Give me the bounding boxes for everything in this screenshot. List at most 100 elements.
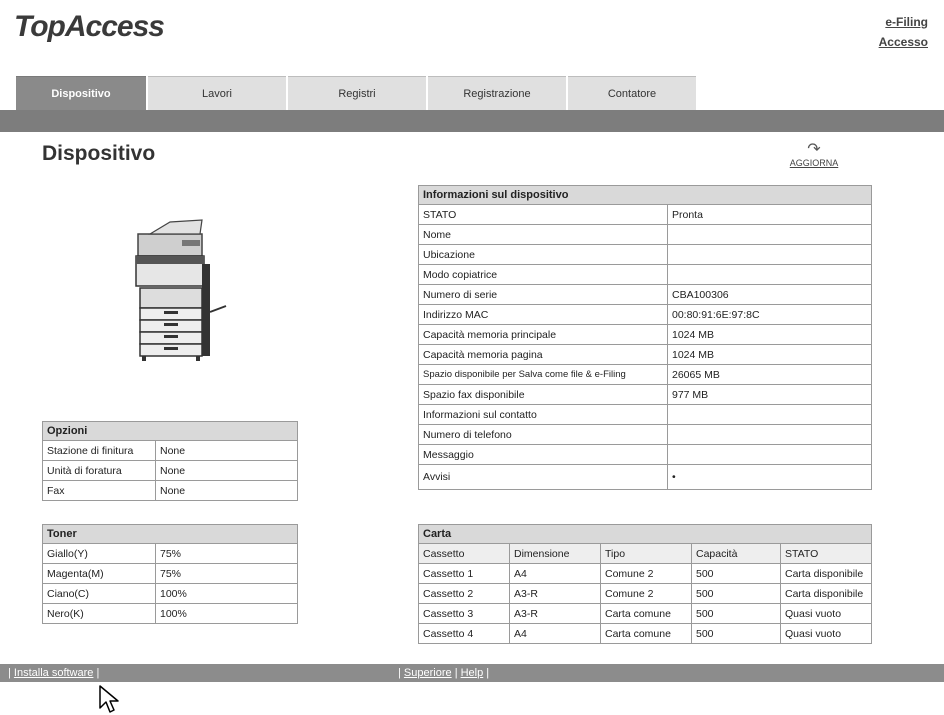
capacity-cell: 500 (691, 583, 781, 604)
column-header: Capacità (691, 543, 781, 564)
info-value (667, 224, 872, 245)
separator: | (398, 667, 401, 679)
header-links: e-Filing Accesso (879, 12, 928, 52)
tab-bar (0, 110, 944, 132)
separator: | (8, 667, 11, 679)
table-row: Spazio disponibile per Salva come file &… (418, 364, 872, 385)
table-row: Avvisi • (418, 464, 872, 490)
option-value: None (155, 460, 298, 481)
option-name: Unità di foratura (42, 460, 156, 481)
tab-registrazione[interactable]: Registrazione (428, 76, 566, 111)
table-row: Spazio fax disponibile 977 MB (418, 384, 872, 405)
table-row: Unità di foratura None (42, 460, 298, 481)
help-link[interactable]: Help (461, 667, 484, 679)
capacity-cell: 500 (691, 563, 781, 584)
toner-level: 100% (155, 603, 298, 624)
install-software-link[interactable]: Installa software (14, 667, 93, 679)
table-row: Cassetto 3 A3-R Carta comune 500 Quasi v… (418, 603, 872, 624)
tab-registri[interactable]: Registri (288, 76, 426, 111)
separator: | (96, 667, 100, 679)
paper-title: Carta (418, 524, 872, 544)
info-value (667, 264, 872, 285)
device-info-table: Informazioni sul dispositivo STATO Pronta… (418, 185, 872, 490)
column-header: Dimensione (509, 543, 601, 564)
table-row: Cassetto 2 A3-R Comune 2 500 Carta dispo… (418, 583, 872, 604)
drawer-cell: Cassetto 2 (418, 583, 510, 604)
info-value: 977 MB (667, 384, 872, 405)
option-value: None (155, 440, 298, 461)
mouse-pointer-icon (99, 685, 119, 713)
device-info-title: Informazioni sul dispositivo (418, 185, 872, 205)
size-cell: A4 (509, 623, 601, 644)
table-row: Modo copiatrice (418, 264, 872, 285)
column-header: STATO (780, 543, 872, 564)
toner-color: Giallo(Y) (42, 543, 156, 564)
topaccess-logo: TopAccess (14, 10, 165, 43)
printer-image (135, 219, 227, 361)
capacity-cell: 500 (691, 623, 781, 644)
size-cell: A3-R (509, 583, 601, 604)
refresh-button[interactable]: ↷ AGGIORNA (786, 141, 842, 169)
separator: | (454, 667, 458, 679)
refresh-label: AGGIORNA (789, 158, 839, 168)
table-row: Numero di telefono (418, 424, 872, 445)
column-header: Tipo (600, 543, 692, 564)
refresh-icon: ↷ (807, 141, 821, 158)
drawer-cell: Cassetto 3 (418, 603, 510, 624)
table-row: Giallo(Y) 75% (42, 543, 298, 564)
drawer-cell: Cassetto 1 (418, 563, 510, 584)
info-label: Modo copiatrice (418, 264, 668, 285)
info-label: Ubicazione (418, 244, 668, 265)
table-row: STATO Pronta (418, 204, 872, 225)
drawer-cell: Cassetto 4 (418, 623, 510, 644)
footer-left: | Installa software | (8, 664, 99, 682)
option-name: Stazione di finitura (42, 440, 156, 461)
info-label: Capacità memoria principale (418, 324, 668, 345)
table-row: Magenta(M) 75% (42, 563, 298, 584)
status-cell: Quasi vuoto (780, 603, 872, 624)
option-value: None (155, 480, 298, 501)
topaccess-window: TopAccess e-Filing Accesso Dispositivo L… (0, 0, 944, 715)
status-cell: Carta disponibile (780, 583, 872, 604)
tab-dispositivo[interactable]: Dispositivo (16, 76, 146, 111)
info-label: Nome (418, 224, 668, 245)
info-label: Spazio disponibile per Salva come file &… (418, 364, 668, 385)
table-header-row: Cassetto Dimensione Tipo Capacità STATO (418, 543, 872, 564)
type-cell: Carta comune (600, 603, 692, 624)
login-link[interactable]: Accesso (879, 32, 928, 52)
column-header: Cassetto (418, 543, 510, 564)
separator: | (486, 667, 490, 679)
table-row: Capacità memoria principale 1024 MB (418, 324, 872, 345)
type-cell: Comune 2 (600, 583, 692, 604)
info-value (667, 404, 872, 425)
toner-color: Magenta(M) (42, 563, 156, 584)
efiling-link[interactable]: e-Filing (879, 12, 928, 32)
info-value (667, 444, 872, 465)
alert-indicator: • (667, 464, 872, 490)
info-value (667, 244, 872, 265)
tab-contatore[interactable]: Contatore (568, 76, 696, 111)
status-cell: Quasi vuoto (780, 623, 872, 644)
toner-color: Nero(K) (42, 603, 156, 624)
size-cell: A4 (509, 563, 601, 584)
page-title: Dispositivo (42, 142, 156, 165)
footer-bar: | Installa software | | Superiore | Help… (0, 664, 944, 682)
toner-title: Toner (42, 524, 298, 544)
table-row: Cassetto 1 A4 Comune 2 500 Carta disponi… (418, 563, 872, 584)
size-cell: A3-R (509, 603, 601, 624)
paper-table: Carta Cassetto Dimensione Tipo Capacità … (418, 524, 872, 644)
info-value: 26065 MB (667, 364, 872, 385)
table-row: Ubicazione (418, 244, 872, 265)
info-value: Pronta (667, 204, 872, 225)
table-row: Informazioni sul contatto (418, 404, 872, 425)
info-label: Numero di serie (418, 284, 668, 305)
table-row: Cassetto 4 A4 Carta comune 500 Quasi vuo… (418, 623, 872, 644)
top-link[interactable]: Superiore (404, 667, 452, 679)
tab-lavori[interactable]: Lavori (148, 76, 286, 111)
info-label: Avvisi (418, 464, 668, 490)
toner-table: Toner Giallo(Y) 75% Magenta(M) 75% Ciano… (42, 524, 298, 624)
info-label: Capacità memoria pagina (418, 344, 668, 365)
capacity-cell: 500 (691, 603, 781, 624)
table-row: Nero(K) 100% (42, 603, 298, 624)
type-cell: Carta comune (600, 623, 692, 644)
